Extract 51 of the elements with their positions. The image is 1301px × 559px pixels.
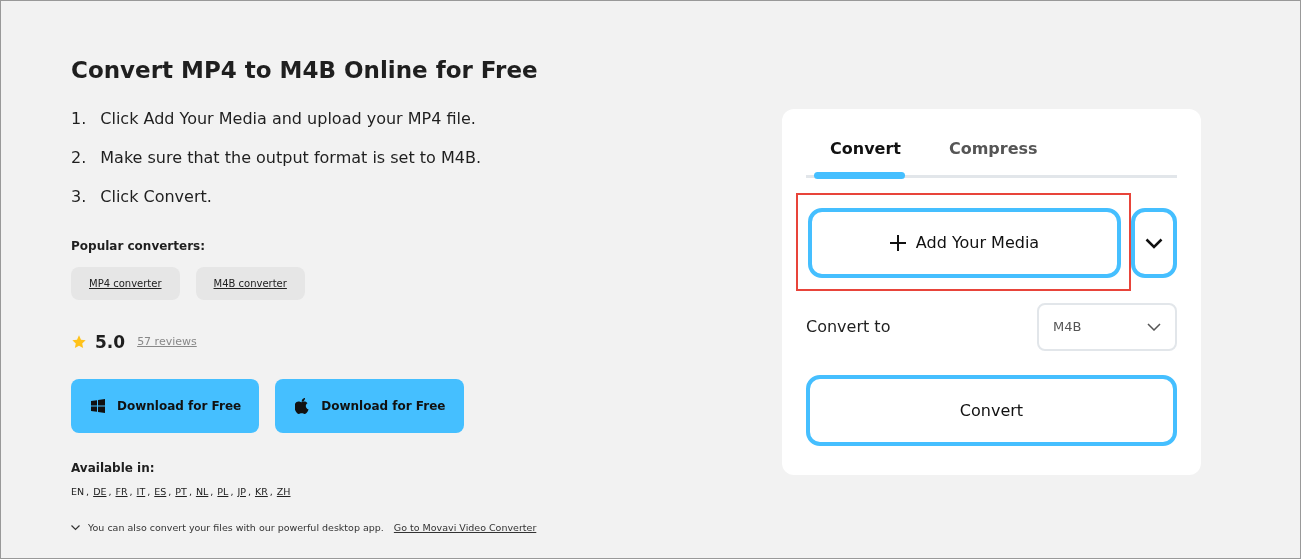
separator: , [129,485,134,500]
tab[interactable]: Compress [932,131,1054,161]
language-current: EN [71,485,86,500]
download-button[interactable]: Download for Free [71,379,260,434]
converter-link[interactable]: MP4 converter [71,266,180,300]
step-text: Make sure that the output format is set to M4B. [100,146,481,169]
step-number: 1. [71,107,87,130]
add-media-button[interactable]: Add Your Media [808,208,1121,278]
note-text: You can also convert your files with our powerful desktop app. [88,521,384,536]
language-link[interactable]: FR [115,485,129,500]
chevron-down-icon [71,525,80,532]
dropdown-button[interactable] [1131,208,1177,278]
language-link[interactable]: JP [237,485,247,500]
rating-score: 5.0 [95,330,126,354]
separator: , [188,485,193,500]
download-button[interactable]: Download for Free [275,379,464,434]
language-link[interactable]: NL [195,485,210,500]
separator: , [108,485,113,500]
separator: , [230,485,235,500]
separator: , [168,485,173,500]
format-select[interactable]: M4B [1037,303,1177,351]
language-link[interactable]: IT [136,485,147,500]
separator: , [247,485,252,500]
language-link[interactable]: KR [254,485,269,500]
separator: , [147,485,152,500]
separator: , [269,485,274,500]
plus-icon [889,235,906,251]
desktop-app-link[interactable]: Go to Movavi Video Converter [393,521,537,536]
step-number: 3. [71,185,87,208]
chevron-down-icon [1145,237,1163,249]
language-link[interactable]: PL [217,485,230,500]
apple-icon [295,398,310,415]
language-link[interactable]: PT [175,485,188,500]
step-number: 2. [71,146,87,169]
language-link[interactable]: ZH [276,485,292,500]
language-link[interactable]: DE [93,485,108,500]
star-icon [71,334,87,351]
step-text: Click Add Your Media and upload your MP4 file. [100,107,476,130]
converter-link[interactable]: M4B converter [195,266,305,300]
language-link[interactable]: ES [154,485,168,500]
convert-to-label: Convert to [806,316,891,338]
step-text: Click Convert. [100,185,212,208]
convert-button[interactable]: Convert [806,375,1177,446]
section-heading: Available in: [71,460,156,478]
page-title: Convert MP4 to M4B Online for Free [71,57,539,85]
section-heading: Popular converters: [71,237,206,255]
tab[interactable]: Convert [814,131,917,161]
separator: , [86,485,91,500]
separator: , [210,485,215,500]
windows-icon [91,399,105,414]
chevron-down-icon [1147,323,1161,331]
